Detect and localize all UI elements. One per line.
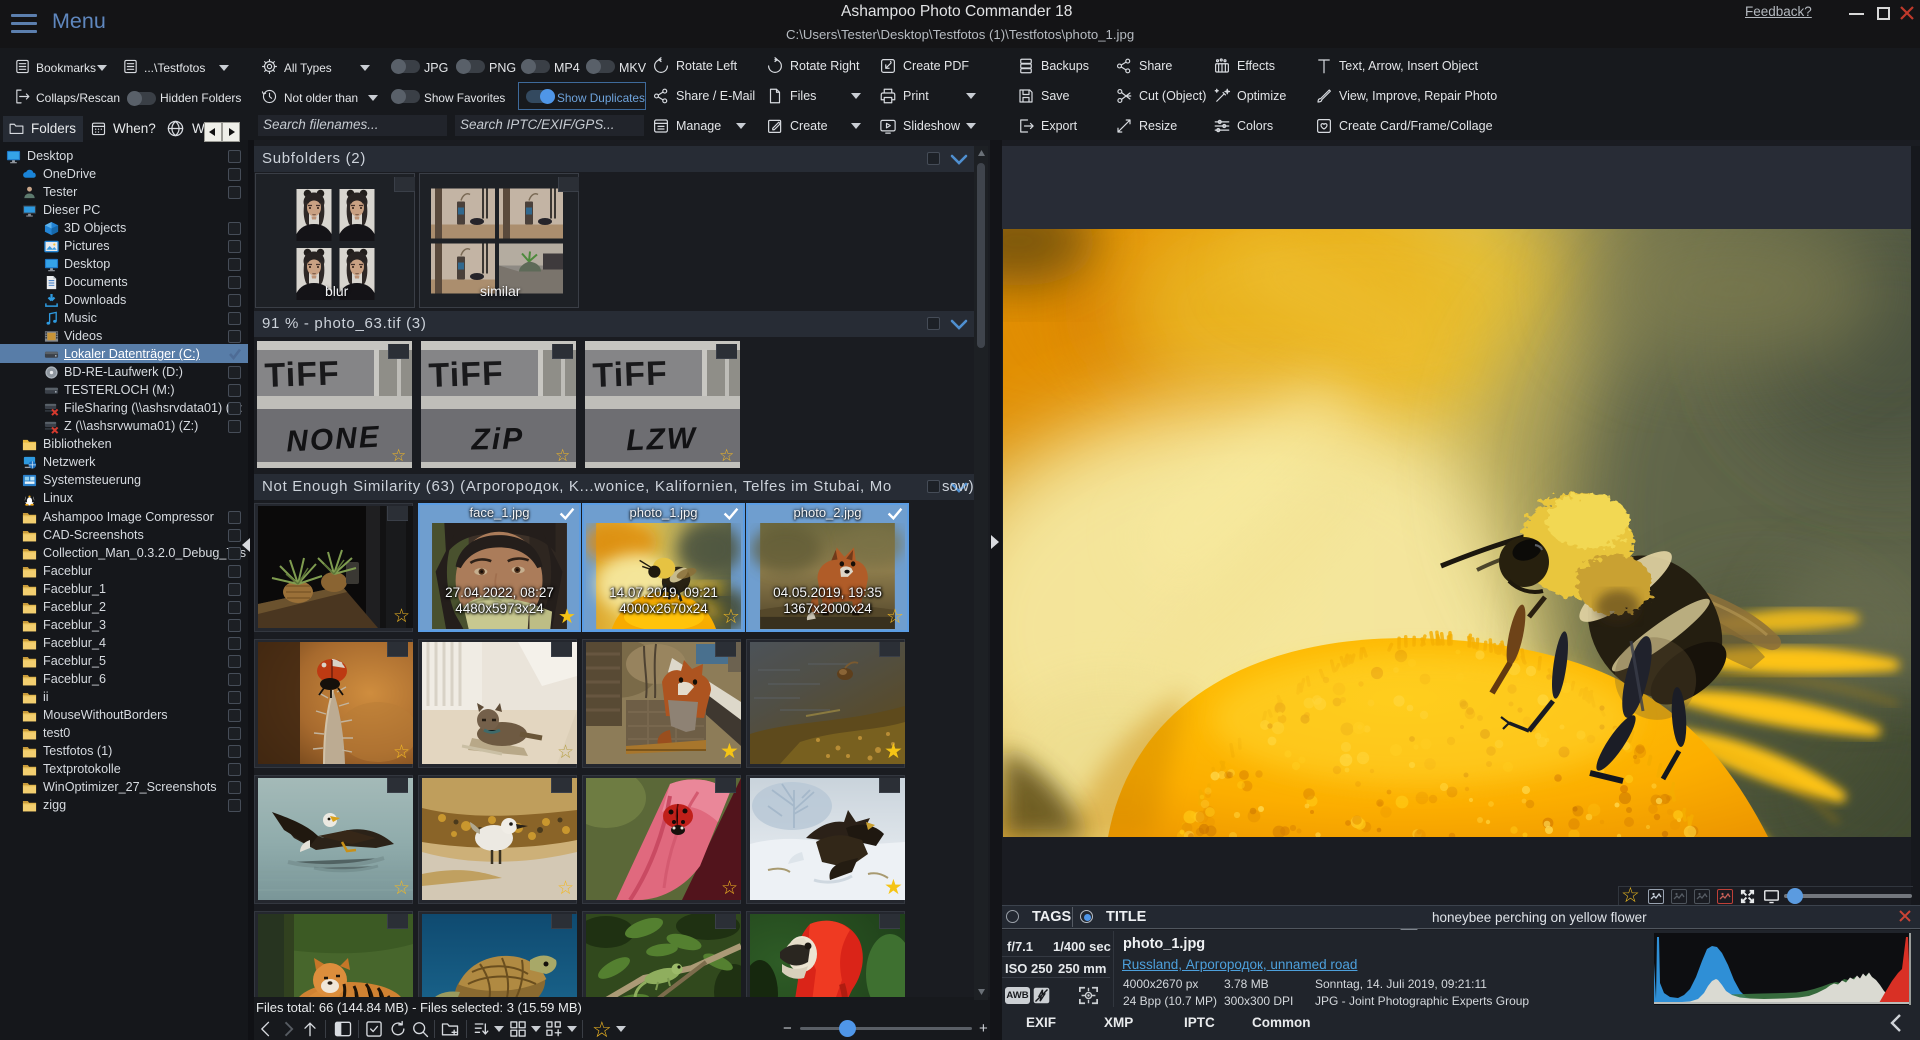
svg-text:TiFF: TiFF bbox=[264, 354, 340, 395]
svg-text:TiFF: TiFF bbox=[592, 354, 668, 395]
svg-text:NONE: NONE bbox=[285, 421, 381, 459]
svg-text:ZiP: ZiP bbox=[470, 423, 524, 457]
svg-text:LZW: LZW bbox=[626, 422, 699, 457]
svg-text:TiFF: TiFF bbox=[428, 354, 504, 395]
